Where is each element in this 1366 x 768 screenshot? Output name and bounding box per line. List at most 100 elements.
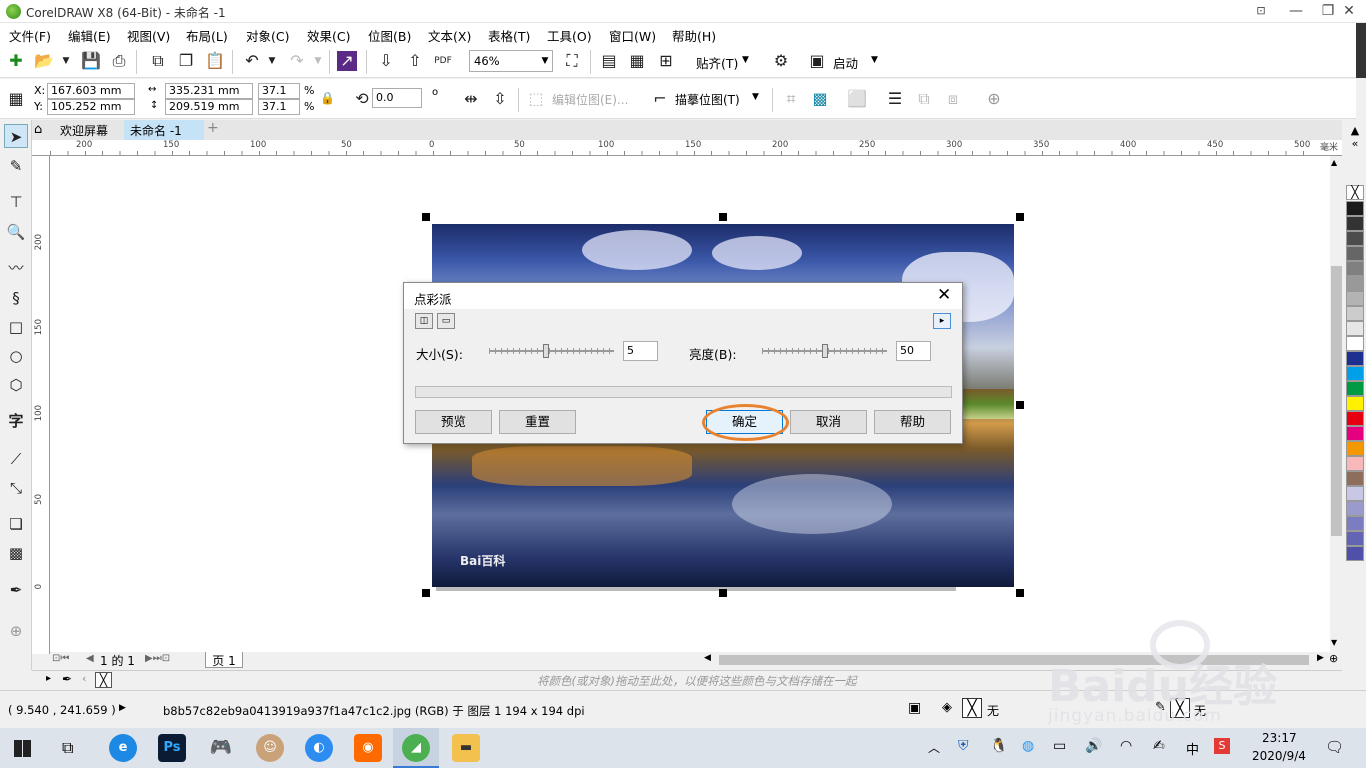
rectangle-tool-icon[interactable]: □ [4, 315, 28, 339]
reset-button[interactable]: 重置 [499, 410, 576, 434]
notification-icon[interactable]: 🗨 [1325, 738, 1344, 756]
zoom-dropdown-icon[interactable]: ▼ [538, 51, 552, 71]
show-grid-icon[interactable]: ▦ [625, 49, 649, 73]
new-document-icon[interactable]: ✚ [4, 49, 28, 73]
palette-color-swatch[interactable] [1346, 306, 1364, 321]
snap-dropdown-icon[interactable]: ▼ [742, 55, 749, 65]
scale-width-field[interactable]: 37.1 [258, 83, 300, 99]
edge-browser-icon[interactable]: e [109, 734, 137, 762]
status-expand-icon[interactable]: ▶ [119, 703, 126, 713]
reference-point-icon[interactable]: ▦ [4, 87, 28, 111]
snap-to-menu[interactable]: 贴齐(T) [696, 53, 738, 72]
options-gear-icon[interactable]: ⚙ [769, 49, 793, 73]
trace-dropdown-icon[interactable]: ▼ [752, 92, 759, 102]
x-position-field[interactable]: 167.603 mm [47, 83, 135, 99]
file-explorer-icon[interactable]: ▬ [452, 734, 480, 762]
clock-date[interactable]: 2020/9/4 [1252, 749, 1306, 763]
parallel-dimension-icon[interactable]: ⟋ [4, 447, 28, 471]
selection-handle[interactable] [719, 589, 727, 597]
launch-menu[interactable]: 启动 [833, 53, 858, 72]
menu-view[interactable]: 视图(V) [127, 26, 170, 45]
windows-start-icon[interactable] [14, 740, 31, 757]
fill-none-swatch[interactable]: ╳ [962, 698, 982, 718]
paste-icon[interactable]: 📋 [203, 49, 227, 73]
palette-color-swatch[interactable] [1346, 411, 1364, 426]
outline-none-swatch[interactable]: ╳ [1170, 698, 1190, 718]
show-rulers-icon[interactable]: ▤ [597, 49, 621, 73]
size-slider-thumb[interactable] [542, 344, 549, 358]
selection-handle[interactable] [422, 213, 430, 221]
text-tool-icon[interactable]: 字 [4, 409, 28, 433]
shape-tool-icon[interactable]: ✎ [4, 154, 28, 178]
media-app-icon[interactable]: ◉ [354, 734, 382, 762]
size-slider[interactable] [489, 344, 614, 358]
palette-color-swatch[interactable] [1346, 321, 1364, 336]
scale-height-field[interactable]: 37.1 [258, 99, 300, 115]
search-content-icon[interactable]: ↗ [337, 51, 357, 71]
add-quick-customize-icon[interactable]: ⊕ [982, 87, 1006, 111]
dropdown-arrow-icon[interactable]: ▼ [54, 49, 78, 73]
menu-help[interactable]: 帮助(H) [672, 26, 716, 45]
palette-color-swatch[interactable] [1346, 336, 1364, 351]
zoom-corner-icon[interactable]: ⊕ [1329, 652, 1338, 665]
menu-window[interactable]: 窗口(W) [609, 26, 656, 45]
horizontal-ruler[interactable]: 200 150 100 50 0 50 100 150 200 250 300 … [32, 140, 1342, 156]
edit-bitmap-button[interactable]: 编辑位图(E)... [552, 91, 628, 108]
single-preview-icon[interactable]: ▭ [437, 313, 455, 329]
cancel-button[interactable]: 取消 [790, 410, 867, 434]
polygon-tool-icon[interactable]: ⬡ [4, 373, 28, 397]
scroll-left-icon[interactable]: ◀ [704, 653, 711, 663]
palette-color-swatch[interactable] [1346, 246, 1364, 261]
y-position-field[interactable]: 105.252 mm [47, 99, 135, 115]
selection-handle[interactable] [719, 213, 727, 221]
fill-icon[interactable]: ◈ [942, 700, 952, 715]
tab-document[interactable]: 未命名 -1 [124, 120, 204, 140]
ime-indicator[interactable]: 中 [1186, 739, 1199, 758]
palette-color-swatch[interactable] [1346, 201, 1364, 216]
menu-text[interactable]: 文本(X) [428, 26, 471, 45]
browser-tray-icon[interactable]: ◍ [1022, 738, 1034, 754]
bitmap-color-mask-icon[interactable]: ⬜ [845, 87, 869, 111]
edit-bitmap-icon[interactable]: ⬚ [524, 87, 548, 111]
preview-button[interactable]: 预览 [415, 410, 492, 434]
menu-edit[interactable]: 编辑(E) [68, 26, 111, 45]
full-screen-icon[interactable]: ⛶ [560, 49, 584, 73]
width-field[interactable]: 335.231 mm [165, 83, 253, 99]
scroll-down-icon[interactable]: ▼ [1331, 638, 1337, 647]
open-folder-icon[interactable]: 📂 [32, 49, 56, 73]
vertical-scrollbar[interactable]: ▲ ▼ [1330, 156, 1343, 652]
palette-color-swatch[interactable] [1346, 261, 1364, 276]
launch-dropdown-icon[interactable]: ▼ [871, 55, 878, 65]
palette-color-swatch[interactable] [1346, 276, 1364, 291]
no-color-swatch[interactable]: ╳ [1346, 185, 1364, 200]
ellipse-tool-icon[interactable]: ○ [4, 344, 28, 368]
menu-effects[interactable]: 效果(C) [307, 26, 350, 45]
color-eyedropper-icon[interactable]: ✒ [62, 672, 72, 686]
brightness-slider-thumb[interactable] [821, 344, 828, 358]
task-view-icon[interactable]: ⧉ [62, 738, 73, 758]
selection-handle[interactable] [1016, 589, 1024, 597]
palette-color-swatch[interactable] [1346, 501, 1364, 516]
publish-pdf-icon[interactable]: PDF [431, 49, 455, 73]
battery-icon[interactable]: ▭ [1053, 738, 1066, 754]
new-tab-button[interactable]: + [207, 120, 221, 136]
show-guidelines-icon[interactable]: ⊞ [654, 49, 678, 73]
palette-color-swatch[interactable] [1346, 486, 1364, 501]
crop-tool-icon[interactable]: ⊤ [4, 190, 28, 214]
import-icon[interactable]: ⇩ [374, 49, 398, 73]
scroll-up-icon[interactable]: ▲ [1331, 158, 1337, 167]
game-controller-icon[interactable]: 🎮 [207, 734, 235, 762]
palette-color-swatch[interactable] [1346, 471, 1364, 486]
hscroll-thumb[interactable] [719, 655, 1309, 665]
palette-color-swatch[interactable] [1346, 396, 1364, 411]
outline-pen-icon[interactable]: ✎ [1155, 700, 1166, 715]
menu-table[interactable]: 表格(T) [488, 26, 530, 45]
clock-time[interactable]: 23:17 [1262, 731, 1297, 745]
rotation-angle-field[interactable]: 0.0 [372, 88, 422, 108]
menu-layout[interactable]: 布局(L) [186, 26, 228, 45]
palette-color-swatch[interactable] [1346, 291, 1364, 306]
save-icon[interactable]: 💾 [79, 49, 103, 73]
dialog-close-icon[interactable]: ✕ [937, 285, 951, 305]
trace-bitmap-button[interactable]: 描摹位图(T) [675, 91, 740, 108]
add-tool-icon[interactable]: ⊕ [4, 619, 28, 643]
